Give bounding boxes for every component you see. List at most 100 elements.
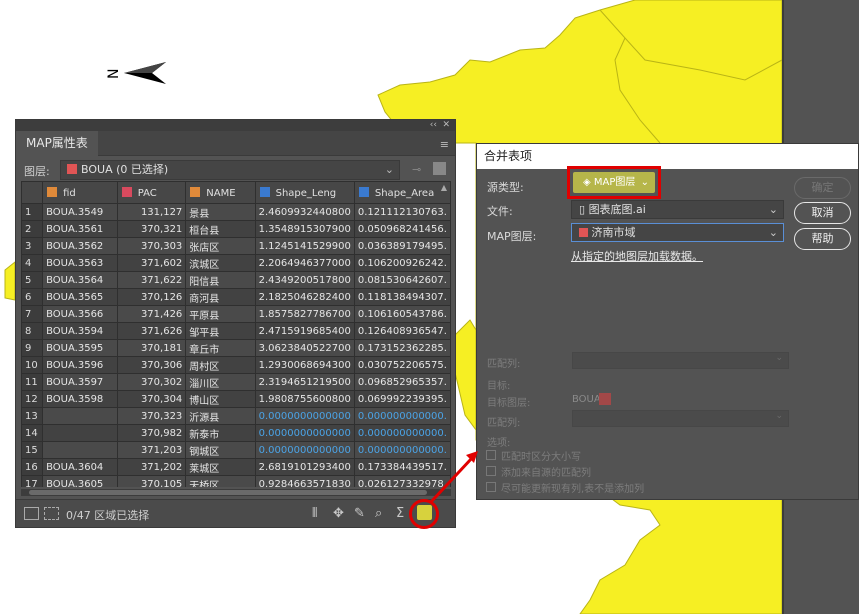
corner-cell[interactable] bbox=[21, 181, 44, 204]
cell-shape-area[interactable]: 0.000000000000. bbox=[353, 441, 451, 459]
row-number[interactable]: 15 bbox=[21, 441, 44, 459]
column-header-fid[interactable]: fid bbox=[42, 181, 118, 204]
scroll-up-icon[interactable]: ▲ bbox=[441, 183, 447, 192]
cell-shape-leng[interactable]: 1.9808755600800 bbox=[254, 390, 355, 408]
cell-name[interactable]: 景县 bbox=[185, 203, 256, 221]
load-data-link[interactable]: 从指定的地图层加载数据。 bbox=[571, 248, 703, 264]
map-layer-select[interactable]: 济南市域 ⌄ bbox=[571, 223, 784, 242]
row-number[interactable]: 1 bbox=[21, 203, 44, 221]
row-number[interactable]: 5 bbox=[21, 271, 44, 289]
cell-name[interactable]: 邹平县 bbox=[185, 322, 256, 340]
column-header-name[interactable]: NAME bbox=[185, 181, 256, 204]
cell-shape-leng[interactable]: 2.4609932440800 bbox=[254, 203, 355, 221]
cell-shape-area[interactable]: 0.126408936547. bbox=[353, 322, 451, 340]
table-row[interactable]: 13 370,323 沂源县 0.0000000000000 0.00000000000… bbox=[21, 407, 451, 425]
cell-pac[interactable]: 131,127 bbox=[116, 203, 187, 221]
edit-icon[interactable]: ✎ bbox=[354, 506, 365, 521]
cell-name[interactable]: 周村区 bbox=[185, 356, 256, 374]
cell-shape-area[interactable]: 0.069992239395. bbox=[353, 390, 451, 408]
cell-name[interactable]: 平原县 bbox=[185, 305, 256, 323]
scrollbar-thumb[interactable] bbox=[29, 490, 427, 495]
cell-pac[interactable]: 370,303 bbox=[116, 237, 187, 255]
row-number[interactable]: 6 bbox=[21, 288, 44, 306]
table-row[interactable]: 15 371,203 钢城区 0.0000000000000 0.00000000000… bbox=[21, 441, 451, 459]
cell-shape-leng[interactable]: 2.6819101293400 bbox=[254, 458, 355, 476]
cell-fid[interactable]: BOUA.3549 bbox=[42, 203, 118, 221]
table-row[interactable]: 6 BOUA.3565 370,126 商河县 2.1825046282400 0.118… bbox=[21, 288, 451, 306]
cell-pac[interactable]: 370,306 bbox=[116, 356, 187, 374]
selection-view-icon[interactable] bbox=[44, 507, 59, 520]
cancel-button[interactable]: 取消 bbox=[794, 202, 851, 224]
cell-shape-area[interactable]: 0.026127332978. bbox=[353, 475, 451, 487]
cell-name[interactable]: 滨城区 bbox=[185, 254, 256, 272]
cell-pac[interactable]: 370,126 bbox=[116, 288, 187, 306]
cell-shape-area[interactable]: 0.000000000000. bbox=[353, 424, 451, 442]
row-number[interactable]: 9 bbox=[21, 339, 44, 357]
cell-shape-leng[interactable]: 3.0623840522700 bbox=[254, 339, 355, 357]
cell-fid[interactable]: BOUA.3594 bbox=[42, 322, 118, 340]
table-row[interactable]: 9 BOUA.3595 370,181 章丘市 3.0623840522700 0.173… bbox=[21, 339, 451, 357]
cell-fid[interactable]: BOUA.3596 bbox=[42, 356, 118, 374]
cell-pac[interactable]: 370,982 bbox=[116, 424, 187, 442]
cell-pac[interactable]: 371,426 bbox=[116, 305, 187, 323]
table-row[interactable]: 7 BOUA.3566 371,426 平原县 1.8575827786700 0.106… bbox=[21, 305, 451, 323]
table-row[interactable]: 12 BOUA.3598 370,304 博山区 1.9808755600800 0.06… bbox=[21, 390, 451, 408]
target-match-select[interactable]: ⌄ bbox=[572, 410, 789, 427]
cell-fid[interactable]: BOUA.3562 bbox=[42, 237, 118, 255]
row-number[interactable]: 10 bbox=[21, 356, 44, 374]
cell-pac[interactable]: 370,304 bbox=[116, 390, 187, 408]
cell-pac[interactable]: 371,602 bbox=[116, 254, 187, 272]
row-number[interactable]: 2 bbox=[21, 220, 44, 238]
cell-shape-leng[interactable]: 0.0000000000000 bbox=[254, 424, 355, 442]
cell-shape-leng[interactable]: 1.3548915307900 bbox=[254, 220, 355, 238]
close-icon[interactable]: ✕ bbox=[442, 120, 450, 131]
cell-name[interactable]: 天桥区 bbox=[185, 475, 256, 487]
cell-shape-leng[interactable]: 1.8575827786700 bbox=[254, 305, 355, 323]
row-number[interactable]: 4 bbox=[21, 254, 44, 272]
cell-fid[interactable]: BOUA.3564 bbox=[42, 271, 118, 289]
source-type-select[interactable]: ◈ MAP图层 ⌄ bbox=[573, 172, 655, 193]
update-columns-checkbox[interactable] bbox=[486, 482, 496, 492]
cell-shape-area[interactable]: 0.118138494307. bbox=[353, 288, 451, 306]
cell-fid[interactable]: BOUA.3595 bbox=[42, 339, 118, 357]
cell-shape-leng[interactable]: 0.0000000000000 bbox=[254, 441, 355, 459]
source-match-select[interactable]: ⌄ bbox=[572, 352, 789, 369]
cell-shape-area[interactable]: 0.106160543786. bbox=[353, 305, 451, 323]
row-number[interactable]: 17 bbox=[21, 475, 44, 487]
cell-shape-leng[interactable]: 2.4349200517800 bbox=[254, 271, 355, 289]
row-number[interactable]: 13 bbox=[21, 407, 44, 425]
tab-map-attributes[interactable]: MAP属性表 bbox=[16, 131, 98, 156]
table-row[interactable]: 11 BOUA.3597 370,302 淄川区 2.3194651219500 0.09… bbox=[21, 373, 451, 391]
case-sensitive-checkbox[interactable] bbox=[486, 450, 496, 460]
table-row[interactable]: 1 BOUA.3549 131,127 景县 2.4609932440800 0.1211… bbox=[21, 203, 451, 221]
zoom-icon[interactable]: ⌕ bbox=[375, 506, 382, 521]
row-number[interactable]: 11 bbox=[21, 373, 44, 391]
horizontal-scrollbar[interactable] bbox=[21, 489, 451, 496]
file-select[interactable]: ▯ 图表底图.ai ⌄ bbox=[571, 200, 784, 219]
cell-fid[interactable]: BOUA.3566 bbox=[42, 305, 118, 323]
cell-fid[interactable]: BOUA.3604 bbox=[42, 458, 118, 476]
table-row[interactable]: 10 BOUA.3596 370,306 周村区 1.2930068694300 0.03… bbox=[21, 356, 451, 374]
cell-shape-leng[interactable]: 2.2064946377000 bbox=[254, 254, 355, 272]
cell-fid[interactable] bbox=[42, 441, 118, 459]
cell-shape-area[interactable]: 0.081530642607. bbox=[353, 271, 451, 289]
table-row[interactable]: 16 BOUA.3604 371,202 莱城区 2.6819101293400 0.17… bbox=[21, 458, 451, 476]
cell-pac[interactable]: 371,202 bbox=[116, 458, 187, 476]
cell-name[interactable]: 阳信县 bbox=[185, 271, 256, 289]
cell-pac[interactable]: 371,203 bbox=[116, 441, 187, 459]
cell-name[interactable]: 新泰市 bbox=[185, 424, 256, 442]
column-header-shape-area[interactable]: Shape_Area bbox=[353, 181, 451, 204]
cell-shape-leng[interactable]: 2.1825046282400 bbox=[254, 288, 355, 306]
cell-pac[interactable]: 370,105 bbox=[116, 475, 187, 487]
table-row[interactable]: 3 BOUA.3562 370,303 张店区 1.1245141529900 0.036… bbox=[21, 237, 451, 255]
cell-name[interactable]: 淄川区 bbox=[185, 373, 256, 391]
cell-name[interactable]: 商河县 bbox=[185, 288, 256, 306]
column-header-pac[interactable]: PAC bbox=[116, 181, 187, 204]
row-number[interactable]: 14 bbox=[21, 424, 44, 442]
cell-shape-leng[interactable]: 0.9284663571830 bbox=[254, 475, 355, 487]
cell-shape-area[interactable]: 0.173384439517. bbox=[353, 458, 451, 476]
cell-shape-leng[interactable]: 1.1245141529900 bbox=[254, 237, 355, 255]
cell-name[interactable]: 沂源县 bbox=[185, 407, 256, 425]
table-row[interactable]: 2 BOUA.3561 370,321 桓台县 1.3548915307900 0.050… bbox=[21, 220, 451, 238]
row-number[interactable]: 3 bbox=[21, 237, 44, 255]
